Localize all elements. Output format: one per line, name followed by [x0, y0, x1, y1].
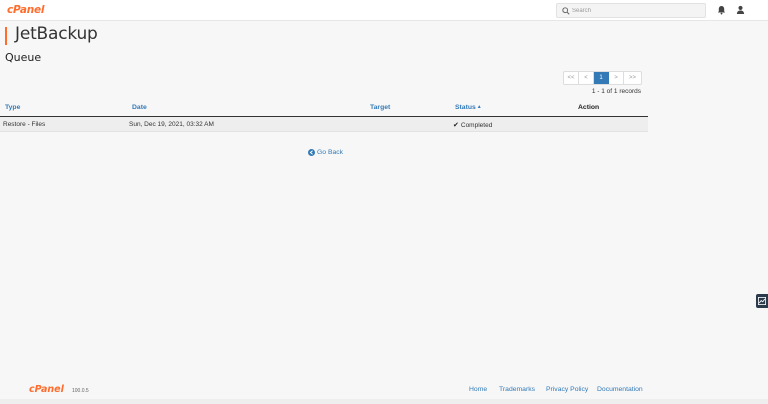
- checkmark-icon: ✔: [453, 122, 459, 129]
- pagination: << < 1 > >>: [563, 71, 642, 85]
- cell-date: Sun, Dec 19, 2021, 03:32 AM: [129, 121, 214, 128]
- table-row: Restore - Files Sun, Dec 19, 2021, 03:32…: [0, 117, 648, 132]
- column-status[interactable]: Status▲: [455, 104, 482, 111]
- column-target[interactable]: Target: [370, 104, 390, 111]
- user-icon[interactable]: [736, 5, 745, 15]
- records-count: 1 - 1 of 1 records: [591, 88, 641, 95]
- chart-icon: [758, 297, 766, 305]
- footer-privacy-link[interactable]: Privacy Policy: [546, 386, 588, 393]
- search-input[interactable]: [572, 5, 702, 16]
- first-page-button[interactable]: <<: [564, 72, 579, 84]
- footer-documentation-link[interactable]: Documentation: [597, 386, 643, 393]
- page-title: Queue: [5, 51, 42, 64]
- bottom-strip: [0, 399, 768, 404]
- bell-icon[interactable]: [717, 5, 726, 15]
- go-back-label: Go Back: [317, 149, 344, 156]
- footer-home-link[interactable]: Home: [469, 386, 487, 393]
- footer-trademarks-link[interactable]: Trademarks: [499, 386, 535, 393]
- column-status-label: Status: [455, 104, 476, 111]
- top-bar: cPanel: [0, 0, 768, 21]
- prev-page-button[interactable]: <: [579, 72, 594, 84]
- arrow-circle-left-icon: [308, 149, 315, 156]
- search-box[interactable]: [556, 3, 706, 18]
- sort-asc-icon: ▲: [476, 104, 482, 110]
- last-page-button[interactable]: >>: [624, 72, 641, 84]
- cell-status: ✔ Completed: [453, 121, 492, 129]
- next-page-button[interactable]: >: [609, 72, 624, 84]
- analytics-side-tab[interactable]: [756, 294, 768, 308]
- cpanel-logo[interactable]: cPanel: [7, 4, 45, 16]
- column-type[interactable]: Type: [5, 104, 20, 111]
- cell-type: Restore - Files: [3, 121, 46, 128]
- footer-links: Home Trademarks Privacy Policy Documenta…: [0, 386, 768, 396]
- column-action: Action: [578, 104, 600, 111]
- table-header: Type Date Target Status▲ Action: [0, 101, 648, 117]
- go-back-link[interactable]: Go Back: [308, 149, 343, 156]
- app-title: JetBackup: [15, 24, 98, 44]
- title-accent-bar: [5, 27, 7, 45]
- page-1-button[interactable]: 1: [594, 72, 609, 84]
- status-text: Completed: [460, 122, 493, 129]
- column-date[interactable]: Date: [132, 104, 147, 111]
- search-icon: [562, 7, 570, 15]
